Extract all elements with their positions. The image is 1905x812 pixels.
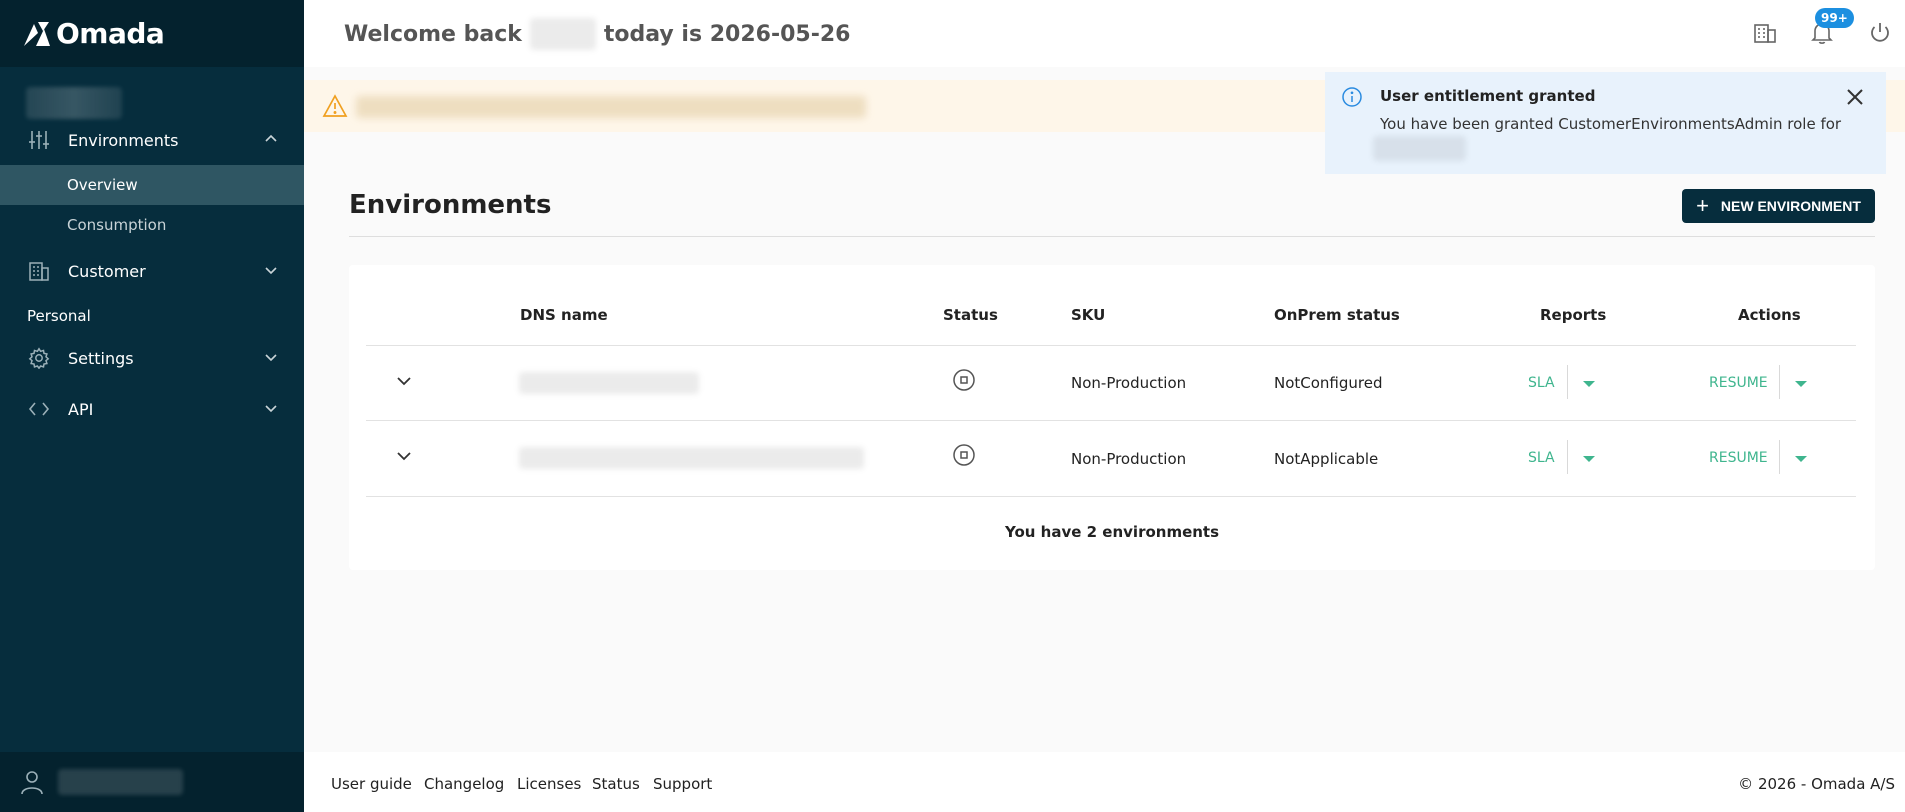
sidebar-item-label: Customer	[68, 261, 146, 281]
sidebar-item-api[interactable]: API	[0, 389, 304, 429]
column-header-status: Status	[943, 306, 998, 324]
organization-name-redacted	[26, 87, 122, 119]
footer-link-user-guide[interactable]: User guide	[331, 775, 412, 793]
notification-toast: User entitlement granted You have been g…	[1325, 72, 1886, 174]
code-icon	[26, 396, 52, 422]
warning-text-redacted	[356, 96, 866, 118]
sidebar-item-label: API	[68, 399, 94, 419]
sidebar-item-settings[interactable]: Settings	[0, 338, 304, 378]
resume-button[interactable]: RESUME	[1709, 375, 1768, 391]
divider	[366, 496, 1856, 497]
sku-cell: Non-Production	[1071, 374, 1187, 392]
sidebar-item-label: Environments	[68, 130, 179, 150]
toast-title: User entitlement granted	[1380, 87, 1596, 105]
onprem-status-cell: NotConfigured	[1274, 374, 1383, 392]
footer-link-status[interactable]: Status	[592, 775, 640, 793]
chevron-up-icon	[265, 134, 277, 142]
sidebar-item-customer[interactable]: Customer	[0, 251, 304, 291]
logo[interactable]: Omada	[0, 0, 304, 67]
divider	[1567, 365, 1568, 399]
chevron-down-icon	[265, 405, 277, 413]
footer-link-licenses[interactable]: Licenses	[517, 775, 581, 793]
dns-name-redacted	[519, 372, 699, 394]
column-header-reports: Reports	[1540, 306, 1607, 324]
close-icon[interactable]	[1844, 86, 1866, 108]
user-name-redacted	[58, 769, 183, 795]
user-icon	[21, 771, 43, 795]
actions-dropdown-caret[interactable]	[1795, 381, 1807, 387]
onprem-status-cell: NotApplicable	[1274, 450, 1379, 468]
sidebar-item-label: Settings	[68, 348, 134, 368]
footer-link-support[interactable]: Support	[653, 775, 712, 793]
column-header-actions: Actions	[1738, 306, 1801, 324]
warning-icon	[322, 94, 348, 117]
toast-message: You have been granted CustomerEnvironmen…	[1380, 115, 1842, 133]
plus-icon: +	[1696, 193, 1709, 218]
building-icon	[26, 258, 52, 284]
top-header: Welcome back today is 2026-05-26 99+	[304, 0, 1905, 67]
power-icon[interactable]	[1867, 20, 1893, 46]
welcome-prefix: Welcome back	[344, 21, 522, 47]
welcome-suffix: today is 2026-05-26	[603, 21, 851, 47]
footer: User guide Changelog Licenses Status Sup…	[304, 752, 1905, 812]
sidebar-item-consumption[interactable]: Consumption	[0, 205, 304, 245]
welcome-message: Welcome back today is 2026-05-26	[344, 18, 850, 50]
toast-customer-redacted	[1373, 136, 1466, 161]
resume-button[interactable]: RESUME	[1709, 450, 1768, 466]
actions-dropdown-caret[interactable]	[1795, 456, 1807, 462]
sidebar-item-overview[interactable]: Overview	[0, 165, 304, 205]
column-header-dns: DNS name	[520, 306, 608, 324]
user-first-name-redacted	[529, 18, 596, 50]
stopped-status-icon	[953, 444, 975, 466]
environment-count: You have 2 environments	[1004, 523, 1220, 541]
divider	[1779, 365, 1780, 399]
new-environment-label: NEW ENVIRONMENT	[1720, 198, 1861, 214]
divider	[366, 420, 1856, 421]
page-title: Environments	[349, 190, 552, 220]
new-environment-button[interactable]: + NEW ENVIRONMENT	[1682, 189, 1875, 223]
chevron-down-icon[interactable]	[395, 372, 413, 390]
divider	[366, 345, 1856, 346]
reports-dropdown-caret[interactable]	[1583, 381, 1595, 387]
sidebar-item-environments[interactable]: Environments	[0, 120, 304, 160]
sla-report-button[interactable]: SLA	[1528, 375, 1555, 391]
reports-dropdown-caret[interactable]	[1583, 456, 1595, 462]
brand-name: Omada	[56, 17, 165, 50]
divider	[1567, 440, 1568, 474]
gear-icon	[26, 345, 52, 371]
divider	[349, 236, 1875, 237]
column-header-sku: SKU	[1071, 306, 1106, 324]
chevron-down-icon	[265, 354, 277, 362]
section-label-personal: Personal	[27, 307, 91, 325]
copyright: © 2026 - Omada A/S	[1738, 775, 1895, 793]
omada-logo-icon	[24, 21, 50, 46]
sla-report-button[interactable]: SLA	[1528, 450, 1555, 466]
divider	[1779, 440, 1780, 474]
info-icon	[1342, 87, 1362, 107]
chevron-down-icon[interactable]	[395, 447, 413, 465]
building-icon[interactable]	[1752, 20, 1778, 46]
user-profile[interactable]	[0, 752, 304, 812]
notification-badge: 99+	[1815, 8, 1854, 28]
chevron-down-icon	[265, 267, 277, 275]
sidebar: Omada Environments Overview Consumption …	[0, 0, 304, 812]
sku-cell: Non-Production	[1071, 450, 1187, 468]
footer-link-changelog[interactable]: Changelog	[424, 775, 504, 793]
environments-table: DNS name Status SKU OnPrem status Report…	[349, 265, 1875, 570]
sliders-icon	[26, 127, 52, 153]
column-header-onprem: OnPrem status	[1274, 306, 1400, 324]
stopped-status-icon	[953, 369, 975, 391]
dns-name-redacted	[519, 447, 864, 469]
